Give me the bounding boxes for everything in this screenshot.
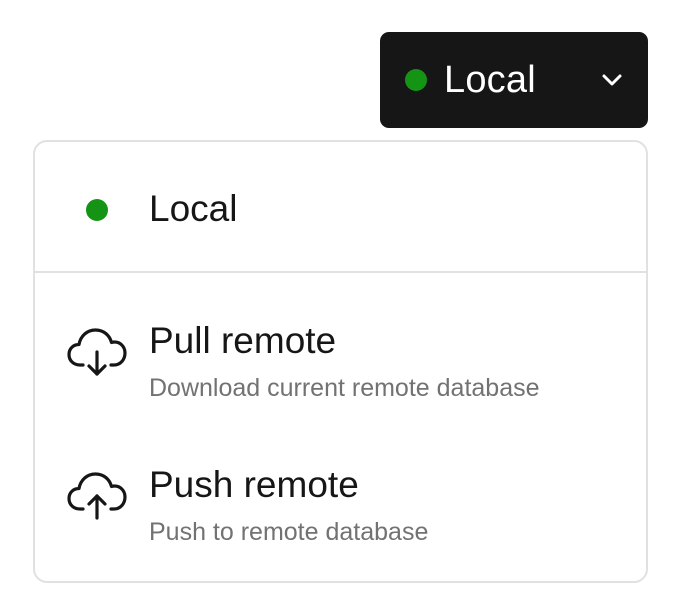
cloud-download-icon xyxy=(67,328,127,376)
menu-item-local-label: Local xyxy=(149,188,238,229)
environment-button-label: Local xyxy=(444,59,536,101)
push-remote-title: Push remote xyxy=(149,464,359,505)
menu-item-local[interactable]: Local xyxy=(35,142,646,271)
environment-dropdown-button[interactable]: Local xyxy=(380,32,648,128)
pull-remote-description: Download current remote database xyxy=(149,374,540,402)
cloud-upload-icon xyxy=(67,472,127,520)
local-status-dot xyxy=(86,199,108,221)
environment-menu: Local Pull remote Download current remot… xyxy=(33,140,648,583)
push-remote-description: Push to remote database xyxy=(149,518,429,546)
menu-item-push-remote[interactable]: Push remote Push to remote database xyxy=(35,436,646,568)
pull-remote-title: Pull remote xyxy=(149,320,337,361)
environment-switcher: Local Local Pull remote Download current… xyxy=(0,0,680,616)
menu-divider xyxy=(35,271,646,273)
local-status-dot xyxy=(405,69,427,91)
menu-item-pull-remote[interactable]: Pull remote Download current remote data… xyxy=(35,292,646,424)
chevron-down-icon xyxy=(602,74,622,86)
